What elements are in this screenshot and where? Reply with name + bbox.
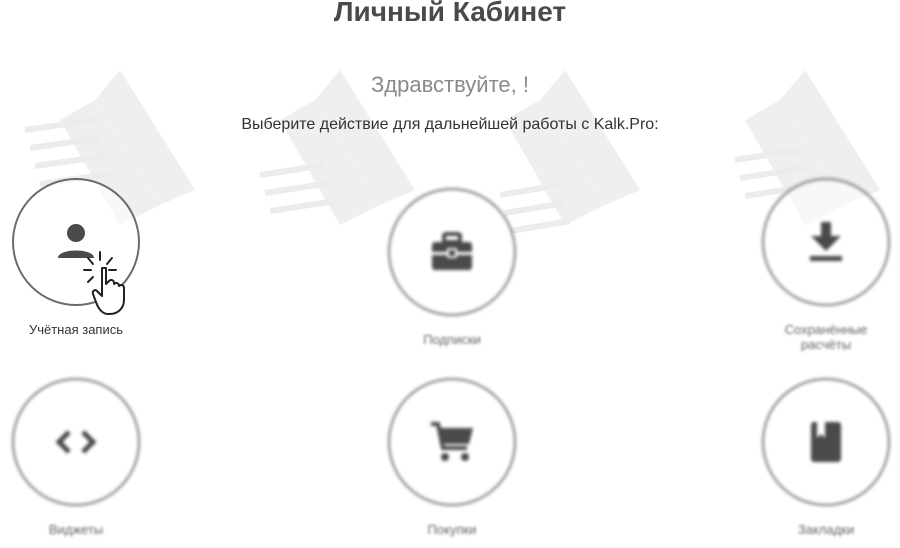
- tile-label-saved-calculations: Сохранённые расчёты: [784, 322, 868, 352]
- tile-bookmarks[interactable]: Закладки: [746, 378, 900, 537]
- download-icon: [810, 222, 842, 261]
- saved-calculations-circle-button[interactable]: [762, 178, 890, 306]
- cart-icon: [431, 422, 473, 461]
- tile-subscriptions[interactable]: Подписки: [372, 188, 532, 347]
- briefcase-icon: [432, 232, 472, 270]
- bookmarks-circle-button[interactable]: [762, 378, 890, 506]
- purchases-circle-button[interactable]: [388, 378, 516, 506]
- tile-label-subscriptions: Подписки: [423, 332, 481, 347]
- page-title: Личный Кабинет: [333, 0, 567, 27]
- widgets-circle-button[interactable]: [12, 378, 140, 506]
- tile-label-bookmarks: Закладки: [797, 522, 855, 537]
- tile-widgets[interactable]: Виджеты: [0, 378, 156, 537]
- bookmark-icon: [811, 422, 841, 462]
- hand-cursor-icon: [83, 251, 125, 315]
- tile-saved-calculations[interactable]: Сохранённые расчёты: [746, 178, 900, 352]
- tile-label-account: Учётная запись: [28, 322, 124, 337]
- subscriptions-circle-button[interactable]: [388, 188, 516, 316]
- tile-purchases[interactable]: Покупки: [372, 378, 532, 537]
- instruction-text: Выберите действие для дальнейшей работы …: [241, 116, 659, 133]
- greeting-text: Здравствуйте, !: [370, 72, 529, 97]
- code-icon: [55, 430, 97, 454]
- tile-label-purchases: Покупки: [427, 522, 477, 537]
- tile-label-widgets: Виджеты: [48, 522, 104, 537]
